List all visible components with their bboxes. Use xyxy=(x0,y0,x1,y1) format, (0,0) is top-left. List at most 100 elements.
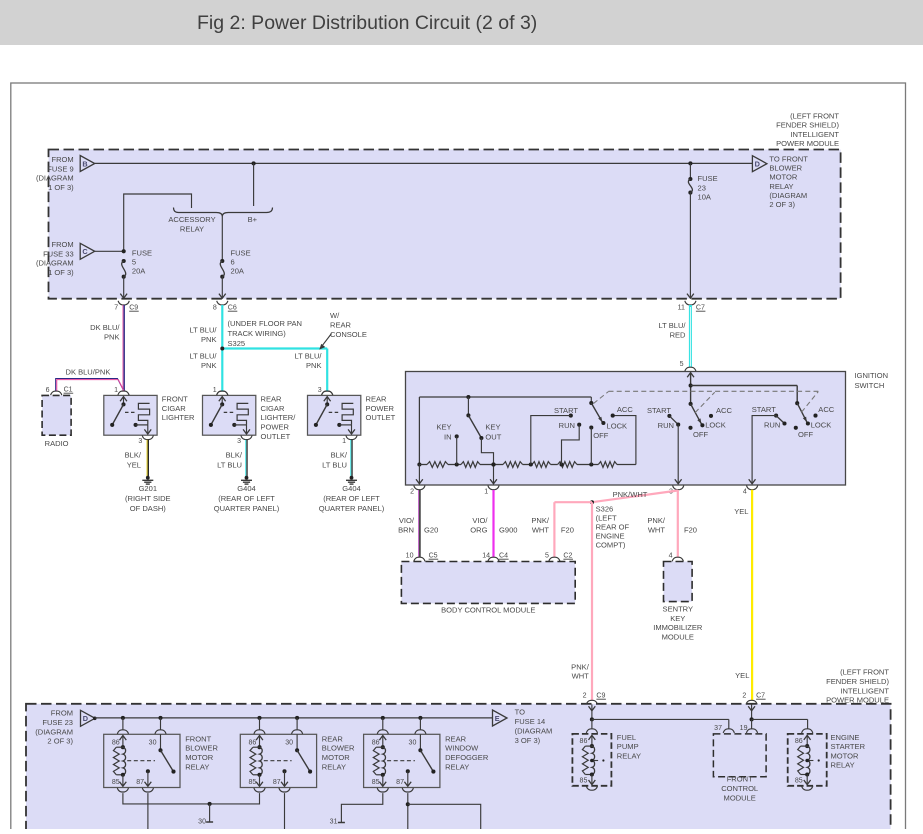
svg-text:85: 85 xyxy=(112,779,120,786)
svg-text:ENGINE: ENGINE xyxy=(831,733,860,742)
svg-text:ACC: ACC xyxy=(716,406,732,415)
svg-text:BLOWER: BLOWER xyxy=(769,164,802,173)
svg-text:POWER: POWER xyxy=(366,404,395,413)
svg-text:PNK: PNK xyxy=(201,361,217,370)
svg-text:1 OF 3): 1 OF 3) xyxy=(48,183,74,192)
svg-text:FENDER SHIELD): FENDER SHIELD) xyxy=(776,121,839,130)
svg-text:2 OF 3): 2 OF 3) xyxy=(769,200,795,209)
svg-text:REAR: REAR xyxy=(366,395,388,404)
svg-text:2: 2 xyxy=(583,693,587,700)
svg-text:RELAY: RELAY xyxy=(322,763,346,772)
svg-text:1: 1 xyxy=(114,387,118,394)
svg-text:BLK/: BLK/ xyxy=(125,451,142,460)
svg-text:YEL: YEL xyxy=(735,671,749,680)
svg-text:LT BLU: LT BLU xyxy=(322,461,347,470)
svg-text:LOCK: LOCK xyxy=(705,421,726,430)
svg-text:1: 1 xyxy=(342,438,346,445)
svg-text:IN: IN xyxy=(444,432,452,441)
svg-text:CIGAR: CIGAR xyxy=(162,404,186,413)
svg-text:OFF: OFF xyxy=(798,430,813,439)
svg-text:DK BLU/PNK: DK BLU/PNK xyxy=(66,368,111,377)
svg-text:30: 30 xyxy=(198,819,206,826)
svg-text:QUARTER PANEL): QUARTER PANEL) xyxy=(319,504,385,513)
svg-text:START: START xyxy=(752,405,776,414)
svg-text:ACCESSORY: ACCESSORY xyxy=(168,215,215,224)
svg-text:2 OF 3): 2 OF 3) xyxy=(47,737,73,746)
svg-text:3: 3 xyxy=(138,438,142,445)
svg-text:G20: G20 xyxy=(424,526,438,535)
svg-text:85: 85 xyxy=(372,779,380,786)
svg-text:30: 30 xyxy=(149,740,157,747)
svg-text:KEY: KEY xyxy=(670,614,685,623)
svg-text:LT BLU/: LT BLU/ xyxy=(295,352,323,361)
svg-text:C7: C7 xyxy=(696,305,705,312)
svg-text:31: 31 xyxy=(330,819,338,826)
svg-text:LT BLU/: LT BLU/ xyxy=(659,321,687,330)
svg-text:Fig 2: Power Distribution Circ: Fig 2: Power Distribution Circuit (2 of … xyxy=(197,12,537,34)
svg-text:ORG: ORG xyxy=(470,525,487,534)
svg-text:YEL: YEL xyxy=(127,461,141,470)
svg-text:S325: S325 xyxy=(228,339,246,348)
svg-text:30: 30 xyxy=(409,740,417,747)
svg-text:85: 85 xyxy=(248,779,256,786)
svg-text:C9: C9 xyxy=(596,693,605,700)
svg-text:BLOWER: BLOWER xyxy=(322,744,355,753)
svg-text:FUEL: FUEL xyxy=(617,733,636,742)
svg-text:30: 30 xyxy=(285,740,293,747)
svg-text:POWER MODULE: POWER MODULE xyxy=(776,139,839,148)
svg-text:FUSE 14: FUSE 14 xyxy=(515,717,546,726)
svg-text:MOTOR: MOTOR xyxy=(322,753,351,762)
svg-text:6: 6 xyxy=(46,387,50,394)
svg-text:86: 86 xyxy=(112,740,120,747)
svg-text:(DIAGRAM: (DIAGRAM xyxy=(36,174,74,183)
svg-text:SENTRY: SENTRY xyxy=(663,605,693,614)
svg-text:87: 87 xyxy=(273,779,281,786)
svg-text:RUN: RUN xyxy=(658,421,674,430)
svg-text:10A: 10A xyxy=(698,193,712,202)
svg-text:F20: F20 xyxy=(561,526,574,535)
svg-text:IGNITION: IGNITION xyxy=(855,371,889,380)
svg-text:PUMP: PUMP xyxy=(617,742,639,751)
svg-text:PNK: PNK xyxy=(201,335,217,344)
svg-text:C: C xyxy=(82,247,88,256)
svg-text:LT BLU/: LT BLU/ xyxy=(190,326,218,335)
svg-text:10: 10 xyxy=(406,553,414,560)
svg-text:S326: S326 xyxy=(596,505,614,514)
svg-text:(UNDER FLOOR PAN: (UNDER FLOOR PAN xyxy=(228,319,303,328)
svg-text:C6: C6 xyxy=(228,305,237,312)
svg-text:IMMOBILIZER: IMMOBILIZER xyxy=(653,623,703,632)
svg-text:5: 5 xyxy=(680,361,684,368)
svg-text:5: 5 xyxy=(132,258,136,267)
svg-text:85: 85 xyxy=(795,778,803,785)
svg-text:BLK/: BLK/ xyxy=(331,451,348,460)
svg-text:G201: G201 xyxy=(139,484,157,493)
svg-text:RELAY: RELAY xyxy=(831,761,855,770)
svg-text:RUN: RUN xyxy=(764,421,780,430)
svg-text:4: 4 xyxy=(669,553,673,560)
svg-text:20A: 20A xyxy=(132,267,146,276)
svg-text:OF DASH): OF DASH) xyxy=(130,504,167,513)
svg-text:(DIAGRAM: (DIAGRAM xyxy=(515,727,553,736)
svg-text:2: 2 xyxy=(742,693,746,700)
svg-text:23: 23 xyxy=(698,183,706,192)
svg-text:POWER: POWER xyxy=(261,423,290,432)
svg-text:PNK: PNK xyxy=(104,332,120,341)
svg-text:FROM: FROM xyxy=(51,155,73,164)
svg-text:LOCK: LOCK xyxy=(811,421,832,430)
svg-text:11: 11 xyxy=(678,305,685,312)
svg-text:MODULE: MODULE xyxy=(662,633,694,642)
svg-text:C5: C5 xyxy=(429,553,438,560)
svg-text:D: D xyxy=(755,160,760,169)
svg-text:CONSOLE: CONSOLE xyxy=(330,330,367,339)
svg-text:F20: F20 xyxy=(684,526,697,535)
svg-text:W/: W/ xyxy=(330,311,340,320)
svg-text:FUSE 33: FUSE 33 xyxy=(43,249,74,258)
svg-text:INTELLIGENT: INTELLIGENT xyxy=(790,130,839,139)
svg-text:(REAR OF LEFT: (REAR OF LEFT xyxy=(323,494,380,503)
svg-text:FUSE 23: FUSE 23 xyxy=(42,718,73,727)
svg-text:3: 3 xyxy=(318,387,322,394)
svg-text:7: 7 xyxy=(114,305,118,312)
svg-text:MOTOR: MOTOR xyxy=(769,173,798,182)
svg-text:START: START xyxy=(554,406,578,415)
svg-text:LT BLU: LT BLU xyxy=(217,461,242,470)
